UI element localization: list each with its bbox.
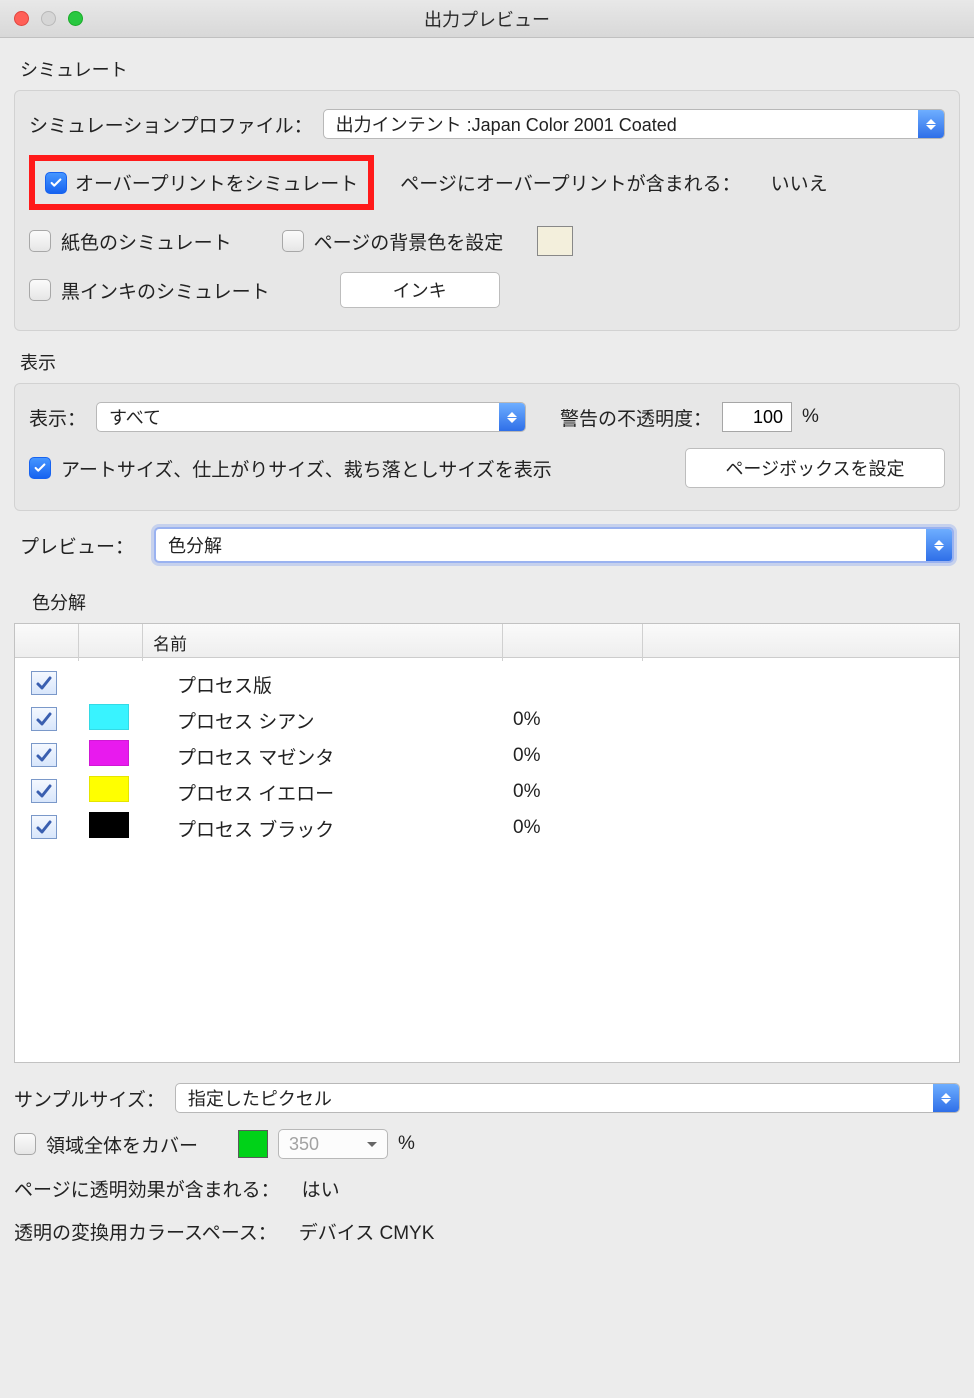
display-show-select[interactable]: すべて (96, 402, 526, 432)
cover-all-label: 領域全体をカバー (46, 1131, 198, 1158)
warning-opacity-label: 警告の不透明度： (560, 404, 712, 431)
show-art-sizes-label: アートサイズ、仕上がりサイズ、裁ち落としサイズを表示 (61, 455, 552, 482)
display-panel: 表示： すべて 警告の不透明度： % アートサイズ、仕上がりサイズ、裁ち落としサ… (14, 383, 960, 511)
ink-swatch (89, 704, 129, 730)
separation-row: プロセス ブラック0% (15, 810, 959, 846)
page-transparency-value: はい (302, 1175, 340, 1202)
visibility-toggle[interactable] (31, 707, 57, 731)
set-page-box-button[interactable]: ページボックスを設定 (685, 448, 945, 488)
separations-header-extra (643, 624, 959, 661)
simulate-paper-color-label: 紙色のシミュレート (61, 228, 232, 255)
visibility-toggle[interactable] (31, 779, 57, 803)
cover-value-combo[interactable]: 350 (278, 1129, 388, 1159)
page-contains-overprint-label: ページにオーバープリントが含まれる： (400, 169, 740, 196)
separation-row: プロセス マゼンタ0% (15, 738, 959, 774)
cover-value-unit: % (398, 1133, 415, 1155)
chevron-updown-icon (926, 529, 952, 561)
transparency-colorspace-value: デバイス CMYK (299, 1218, 435, 1245)
separation-row: プロセス版 (15, 666, 959, 702)
chevron-updown-icon (918, 110, 944, 138)
separation-percent: 0% (503, 709, 643, 731)
separation-percent: 0% (503, 781, 643, 803)
window-title: 出力プレビュー (0, 6, 974, 32)
separations-title: 色分解 (14, 571, 960, 623)
ink-swatch (89, 740, 129, 766)
display-show-label: 表示： (29, 404, 86, 431)
simulate-panel: シミュレーションプロファイル： 出力インテント :Japan Color 200… (14, 90, 960, 331)
simulate-overprint-label: オーバープリントをシミュレート (75, 169, 358, 196)
separations-header-vis (15, 624, 79, 661)
visibility-toggle[interactable] (31, 743, 57, 767)
simulate-overprint-checkbox[interactable] (45, 172, 67, 194)
ink-swatch (89, 812, 129, 838)
sample-size-select[interactable]: 指定したピクセル (175, 1083, 960, 1113)
ink-button[interactable]: インキ (340, 272, 500, 308)
separations-table: 名前 プロセス版プロセス シアン0%プロセス マゼンタ0%プロセス イエロー0%… (14, 623, 960, 1063)
titlebar: 出力プレビュー (0, 0, 974, 38)
separations-header-percent (503, 624, 643, 661)
simulation-profile-label: シミュレーションプロファイル： (29, 111, 313, 138)
separations-header-swatch (79, 624, 143, 661)
display-section-title: 表示 (14, 331, 960, 383)
page-transparency-label: ページに透明効果が含まれる： (14, 1175, 280, 1202)
separation-name: プロセス イエロー (143, 779, 503, 806)
display-show-value: すべて (97, 404, 499, 430)
simulate-paper-color-checkbox[interactable] (29, 230, 51, 252)
warning-opacity-unit: % (802, 406, 819, 428)
separations-header-row: 名前 (15, 624, 959, 658)
cover-all-checkbox[interactable] (14, 1133, 36, 1155)
cover-value: 350 (289, 1134, 319, 1155)
visibility-toggle[interactable] (31, 671, 57, 695)
warning-opacity-input[interactable] (722, 402, 792, 432)
close-window-button[interactable] (14, 11, 29, 26)
sample-size-value: 指定したピクセル (176, 1085, 933, 1111)
separation-row: プロセス イエロー0% (15, 774, 959, 810)
simulation-profile-value: 出力インテント :Japan Color 2001 Coated (324, 111, 918, 137)
set-bg-color-label: ページの背景色を設定 (314, 228, 504, 255)
separation-name: プロセス版 (143, 671, 503, 698)
chevron-updown-icon (499, 403, 525, 431)
chevron-down-icon (367, 1142, 377, 1147)
simulate-black-ink-checkbox[interactable] (29, 279, 51, 301)
preview-select[interactable]: 色分解 (154, 527, 954, 563)
separation-name: プロセス ブラック (143, 815, 503, 842)
bg-color-swatch[interactable] (537, 226, 573, 256)
minimize-window-button[interactable] (41, 11, 56, 26)
preview-label: プレビュー： (20, 532, 134, 559)
show-art-sizes-checkbox[interactable] (29, 457, 51, 479)
transparency-colorspace-label: 透明の変換用カラースペース： (14, 1218, 277, 1245)
separation-percent: 0% (503, 817, 643, 839)
preview-value: 色分解 (156, 532, 926, 558)
separation-percent: 0% (503, 745, 643, 767)
separation-name: プロセス マゼンタ (143, 743, 503, 770)
set-bg-color-checkbox[interactable] (282, 230, 304, 252)
overprint-highlight-box: オーバープリントをシミュレート (29, 155, 374, 210)
sample-size-label: サンプルサイズ： (14, 1085, 165, 1112)
chevron-updown-icon (933, 1084, 959, 1112)
ink-swatch (89, 776, 129, 802)
simulation-profile-select[interactable]: 出力インテント :Japan Color 2001 Coated (323, 109, 945, 139)
visibility-toggle[interactable] (31, 815, 57, 839)
page-contains-overprint-value: いいえ (771, 169, 828, 196)
traffic-lights (0, 11, 83, 26)
simulate-section-title: シミュレート (14, 38, 960, 90)
separation-name: プロセス シアン (143, 707, 503, 734)
separations-header-name: 名前 (143, 624, 503, 661)
cover-color-swatch[interactable] (238, 1130, 268, 1158)
simulate-black-ink-label: 黒インキのシミュレート (61, 277, 270, 304)
separation-row: プロセス シアン0% (15, 702, 959, 738)
fullscreen-window-button[interactable] (68, 11, 83, 26)
